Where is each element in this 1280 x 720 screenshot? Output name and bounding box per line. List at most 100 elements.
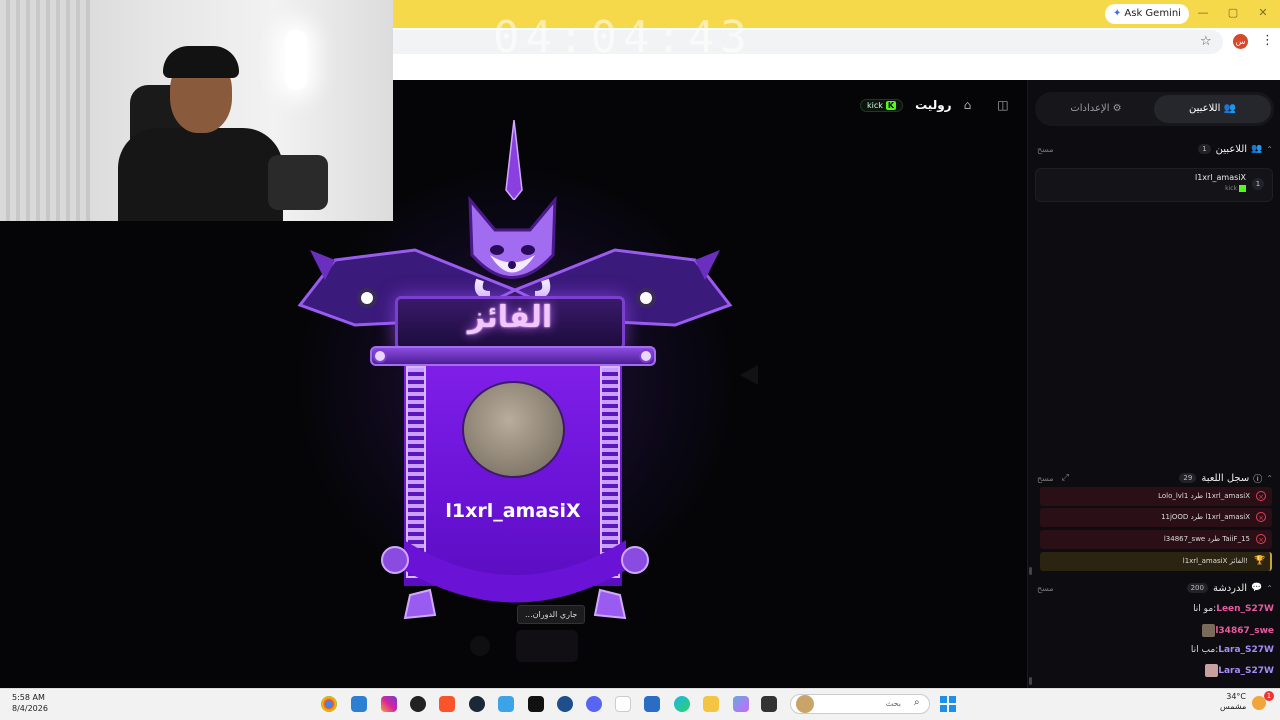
close-icon[interactable]: ✕ <box>1256 6 1270 20</box>
ask-gemini-button[interactable]: ✦ Ask Gemini <box>1105 4 1189 24</box>
chat-username[interactable]: l34867_swe <box>1215 626 1274 636</box>
tab-players[interactable]: اللاعبين 👥 <box>1154 95 1271 123</box>
taskbar-clock[interactable]: 5:58 AM 8/4/2026 <box>12 692 48 714</box>
chat-username[interactable]: Lara_S27W <box>1218 666 1274 676</box>
right-orb <box>636 288 656 308</box>
spin-button-faint[interactable] <box>470 636 490 656</box>
winner-avatar <box>462 381 565 478</box>
fox-mascot-icon <box>468 195 557 299</box>
capcut-icon[interactable] <box>528 696 544 712</box>
notification-badge[interactable]: 1 <box>1264 691 1274 701</box>
taskbar-weather[interactable]: 34°C مشمس <box>1220 692 1246 712</box>
chat-message: مو انا:Leen_S27W <box>1193 604 1274 614</box>
players-count: 1 <box>1198 144 1211 154</box>
toggle-sidebar-icon[interactable]: ◫ <box>997 98 1008 112</box>
spinning-status: ...جاري الدوران <box>517 605 586 624</box>
game-title: رولیت <box>915 98 952 112</box>
steam-icon[interactable] <box>469 696 485 712</box>
chat-section-header: مسح 200 الدردشة 💬 ⌃ <box>1037 579 1273 597</box>
chrome-icon[interactable] <box>321 696 337 712</box>
game-log-entry: 11jOOD طرد l1xrl_amasiX × <box>1040 508 1272 527</box>
game-log-entry: l1xrl_amasiX الفائز! 🏆 <box>1040 552 1272 571</box>
search-highlight-icon <box>796 695 814 713</box>
banner-rod <box>370 346 656 366</box>
chat-username[interactable]: Lara_S27W <box>1218 645 1274 655</box>
terminal-icon[interactable] <box>761 696 777 712</box>
app-blue-icon[interactable] <box>557 696 573 712</box>
webcam-person-hair <box>163 46 239 78</box>
maximize-icon[interactable]: ▢ <box>1226 6 1240 20</box>
stream-clock-overlay: 04:04:43 <box>493 12 753 63</box>
windows-start-icon[interactable] <box>940 696 956 712</box>
kicked-x-icon: × <box>1256 512 1266 522</box>
webcam-overlay <box>0 0 393 221</box>
kick-badge: kick K <box>860 98 904 112</box>
game-log-entry: Lolo_lvl1 طرد l1xrl_amasiX × <box>1040 487 1272 506</box>
webcam-person-body <box>118 128 283 221</box>
copilot-icon[interactable] <box>733 696 749 712</box>
chat-scrollbar[interactable] <box>1029 677 1032 685</box>
game-log-title: سجل اللعبة <box>1201 472 1250 484</box>
game-log-entry: l34867_swe طرد TaiiF_15 × <box>1040 530 1272 549</box>
rod-end-left <box>373 349 387 363</box>
chevron-up-icon[interactable]: ⌃ <box>1266 584 1273 593</box>
rod-end-right <box>639 349 653 363</box>
players-clear-link[interactable]: مسح <box>1037 145 1054 154</box>
chat-count: 200 <box>1186 583 1208 593</box>
banner-bells <box>381 540 649 620</box>
stage-header: kick K رولیت ⌂ ◫ <box>860 95 1009 115</box>
app-purple-icon[interactable] <box>615 696 631 712</box>
profile-avatar[interactable]: س <box>1233 34 1248 49</box>
winner-title: الفائز <box>467 300 553 335</box>
obs-icon[interactable] <box>410 696 426 712</box>
trophy-icon: 🏆 <box>1254 556 1266 566</box>
chat-avatar <box>1202 624 1216 637</box>
search-icon: ⌕ <box>914 697 920 708</box>
explorer-icon[interactable] <box>703 696 719 712</box>
photos-icon[interactable] <box>351 696 367 712</box>
store-icon[interactable] <box>644 696 660 712</box>
kick-logo-icon <box>1239 185 1246 192</box>
crown-spike <box>505 120 523 200</box>
players-section-title: اللاعبين <box>1215 143 1248 155</box>
instagram-icon[interactable] <box>381 696 397 712</box>
chevron-up-icon[interactable]: ⌃ <box>1266 474 1273 483</box>
game-log-clear-link[interactable]: مسح <box>1037 474 1054 483</box>
home-icon[interactable]: ⌂ <box>964 98 972 112</box>
minimize-icon[interactable]: — <box>1196 6 1210 20</box>
wheel-pointer <box>740 365 758 385</box>
gemini-sparkle-icon: ✦ <box>1113 8 1122 19</box>
edge-icon[interactable] <box>674 696 690 712</box>
game-log-scrollbar[interactable] <box>1029 567 1032 575</box>
webcam-curtain <box>0 0 90 221</box>
chat-title: الدردشة <box>1212 582 1248 594</box>
chat-message: l34867_swe <box>1040 624 1274 640</box>
chat-avatar <box>1205 664 1219 677</box>
chat-bubble-icon: 💬 <box>1251 583 1263 593</box>
browser-menu-icon[interactable]: ⋮ <box>1261 33 1274 48</box>
player-rank: 1 <box>1252 178 1264 190</box>
chat-username[interactable]: Leen_S27W <box>1216 604 1274 614</box>
chat-clear-link[interactable]: مسح <box>1037 584 1054 593</box>
brave-icon[interactable] <box>439 696 455 712</box>
chat-message: مب انا:Lara_S27W <box>1190 645 1274 655</box>
player-platform: kick <box>1200 185 1246 192</box>
sliders-icon: ⚙ <box>1112 103 1122 114</box>
action-button-faint[interactable] <box>516 630 578 662</box>
player-name: l1xrl_amasiX <box>1194 173 1246 182</box>
webcam-lamp <box>285 30 307 90</box>
chat-message: Lara_S27W <box>1040 664 1274 680</box>
expand-icon[interactable]: ⤢ <box>1062 473 1069 483</box>
app-f-icon[interactable] <box>498 696 514 712</box>
game-log-count: 29 <box>1179 473 1197 483</box>
chevron-up-icon[interactable]: ⌃ <box>1266 145 1273 154</box>
discord-icon[interactable] <box>586 696 602 712</box>
kicked-x-icon: × <box>1256 534 1266 544</box>
left-orb <box>357 288 377 308</box>
game-log-section-header: مسح ⤢ 29 سجل اللعبة ⓘ ⌃ <box>1037 469 1273 487</box>
winner-name: l1xrl_amasiX <box>445 500 581 522</box>
webcam-microphone <box>268 155 328 210</box>
players-section-header: مسح 1 اللاعبين 👥 ⌃ <box>1037 140 1273 158</box>
bookmark-star-icon[interactable]: ☆ <box>1200 34 1212 49</box>
tab-settings[interactable]: الإعدادات ⚙ <box>1040 95 1152 123</box>
